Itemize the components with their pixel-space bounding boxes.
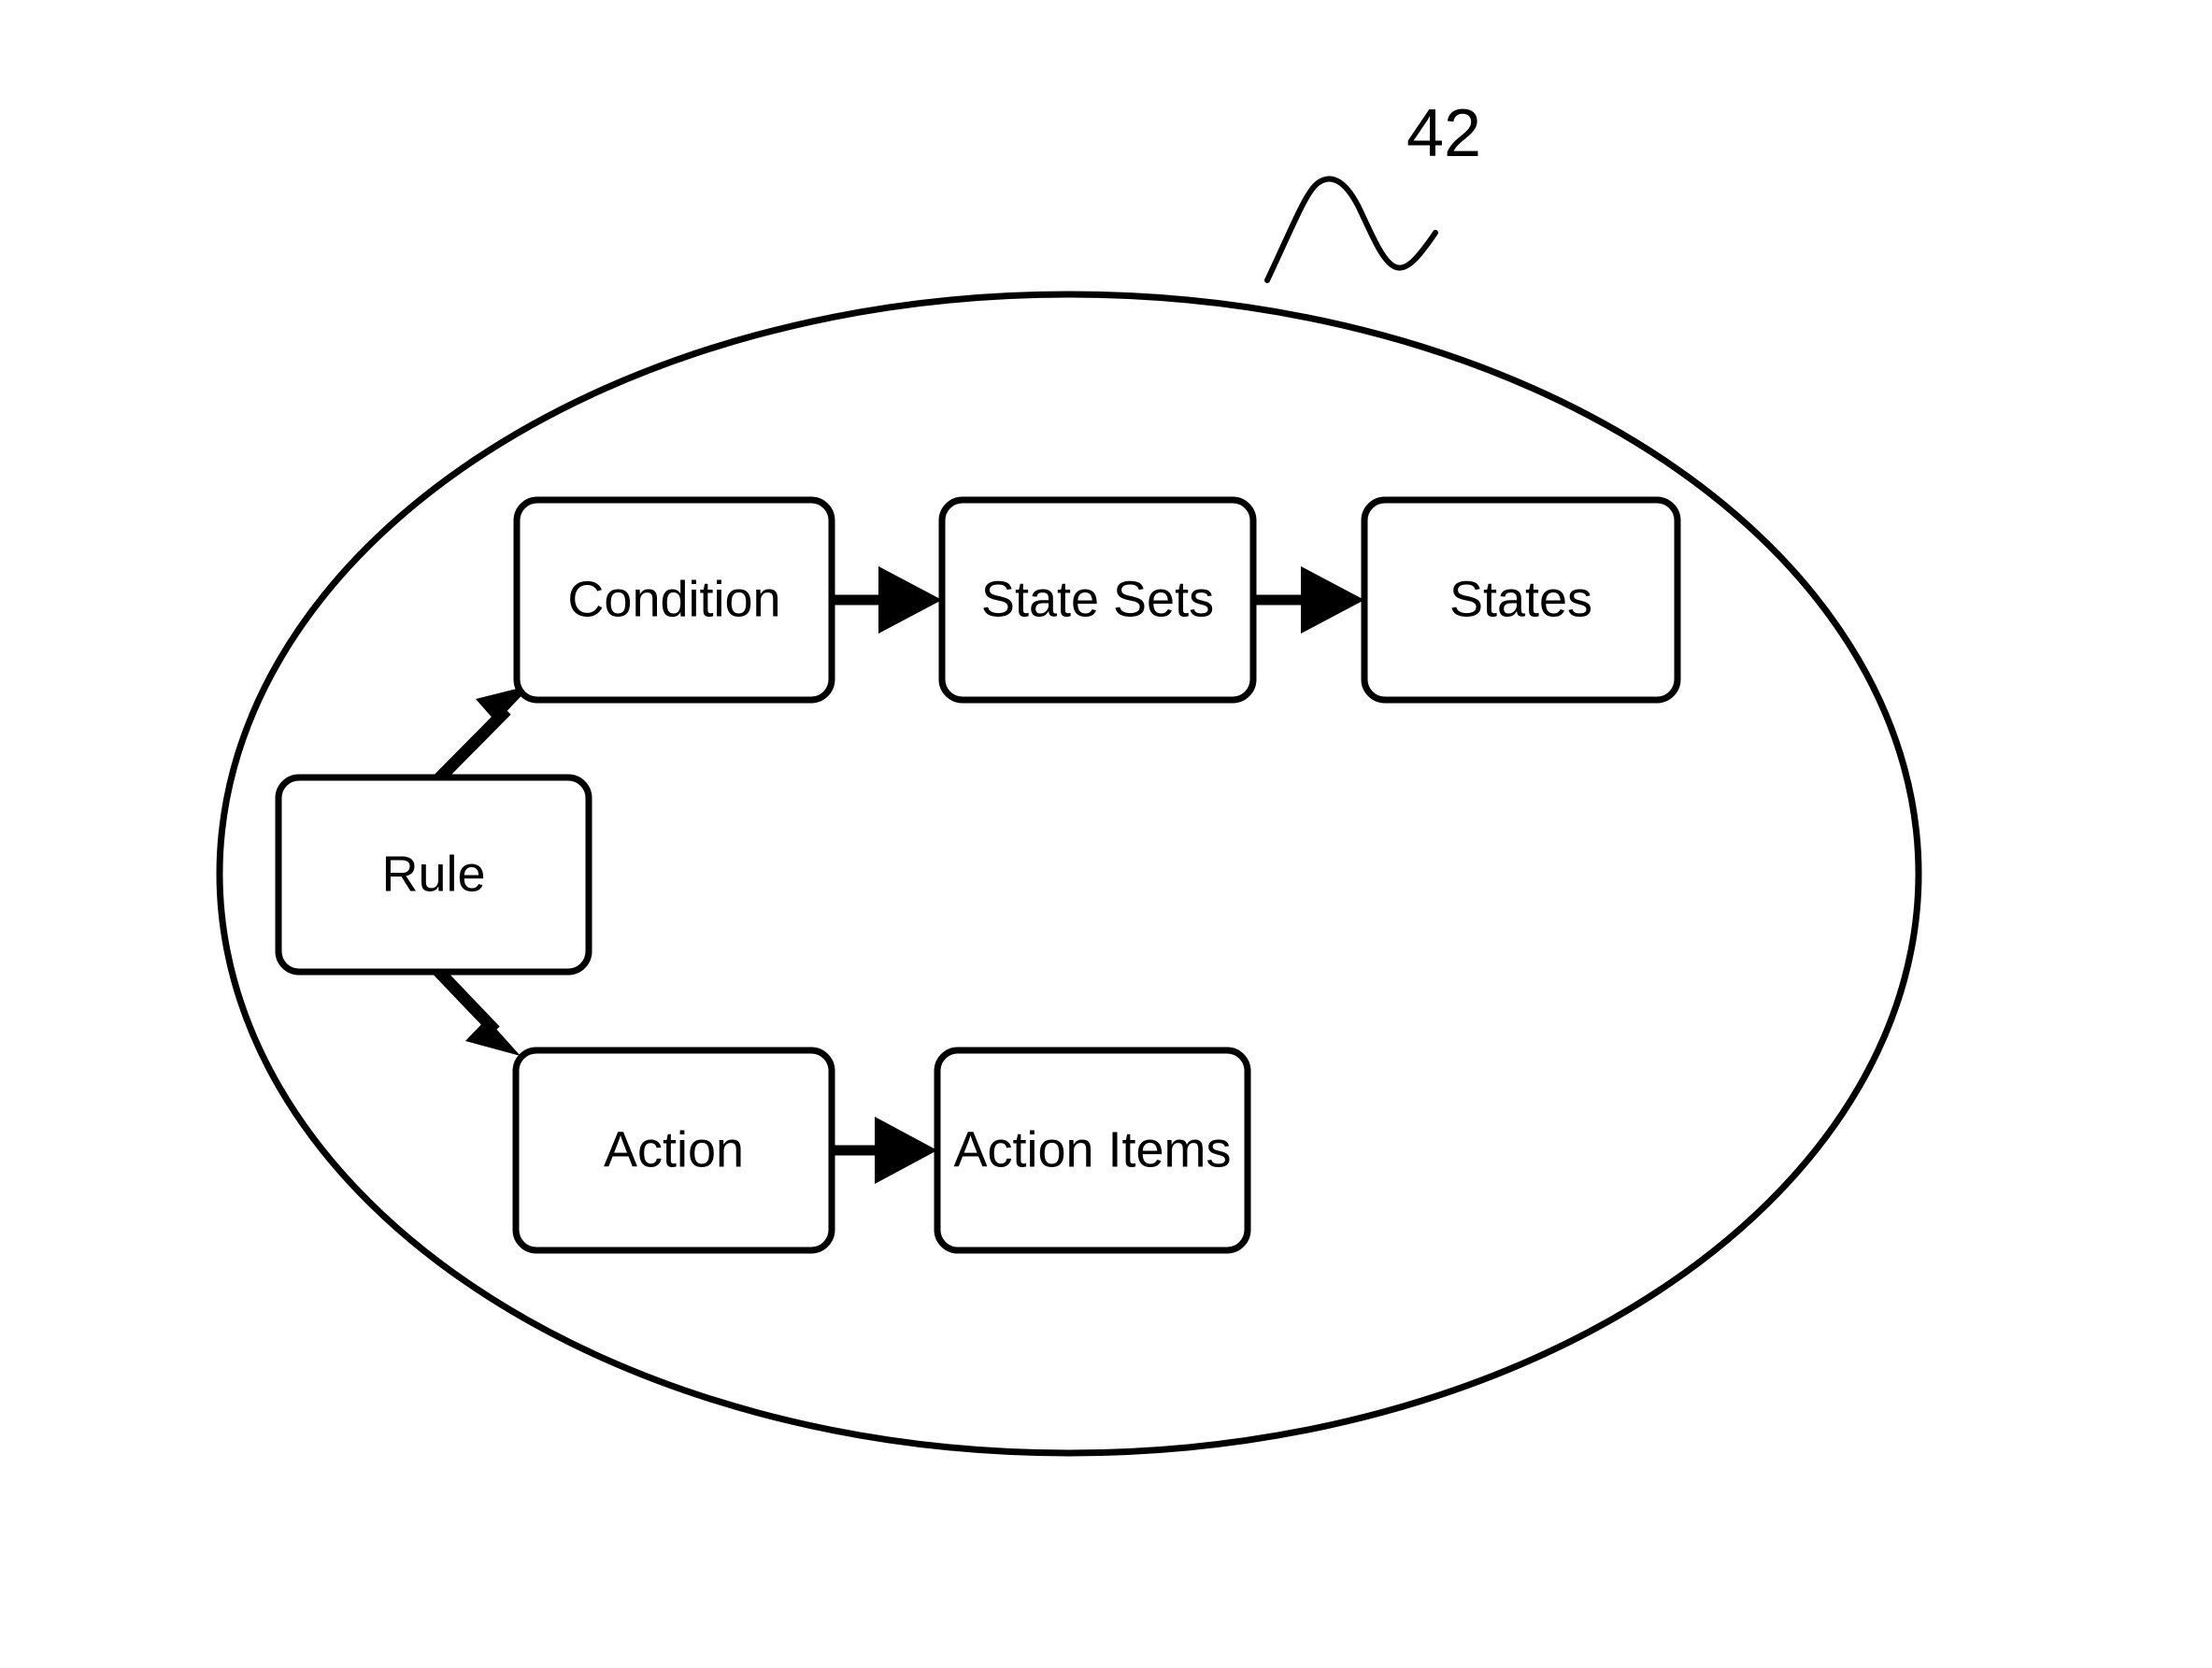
reference-leader-line: [1264, 176, 1438, 283]
node-states-label: States: [1449, 571, 1592, 627]
node-action[interactable]: Action: [512, 1047, 835, 1254]
figure-reference-numeral: 42: [1406, 96, 1481, 171]
edge-rule-to-action: [430, 962, 521, 1056]
node-rule-label: Rule: [381, 846, 485, 902]
node-state-sets-label: State Sets: [981, 571, 1214, 627]
edge-condition-to-state-sets: [832, 566, 942, 634]
edge-action-to-action-items: [832, 1117, 937, 1184]
node-action-label: Action: [604, 1121, 744, 1177]
node-condition-label: Condition: [567, 571, 780, 627]
node-action-items[interactable]: Action Items: [934, 1047, 1251, 1254]
arrow-head-icon: [1301, 566, 1364, 634]
figure-container: 42 Condition State Sets States Rule Acti…: [0, 0, 2212, 1668]
node-states[interactable]: States: [1361, 496, 1681, 704]
node-rule[interactable]: Rule: [275, 774, 592, 976]
node-condition[interactable]: Condition: [513, 496, 835, 704]
arrow-head-icon: [875, 1117, 937, 1184]
arrow-head-icon: [878, 566, 942, 634]
edge-rule-to-condition: [430, 685, 532, 788]
diagram-canvas: 42 Condition State Sets States Rule Acti…: [216, 96, 1922, 1457]
edge-state-sets-to-states: [1253, 566, 1364, 634]
node-action-items-label: Action Items: [953, 1121, 1231, 1177]
node-state-sets[interactable]: State Sets: [938, 496, 1257, 704]
